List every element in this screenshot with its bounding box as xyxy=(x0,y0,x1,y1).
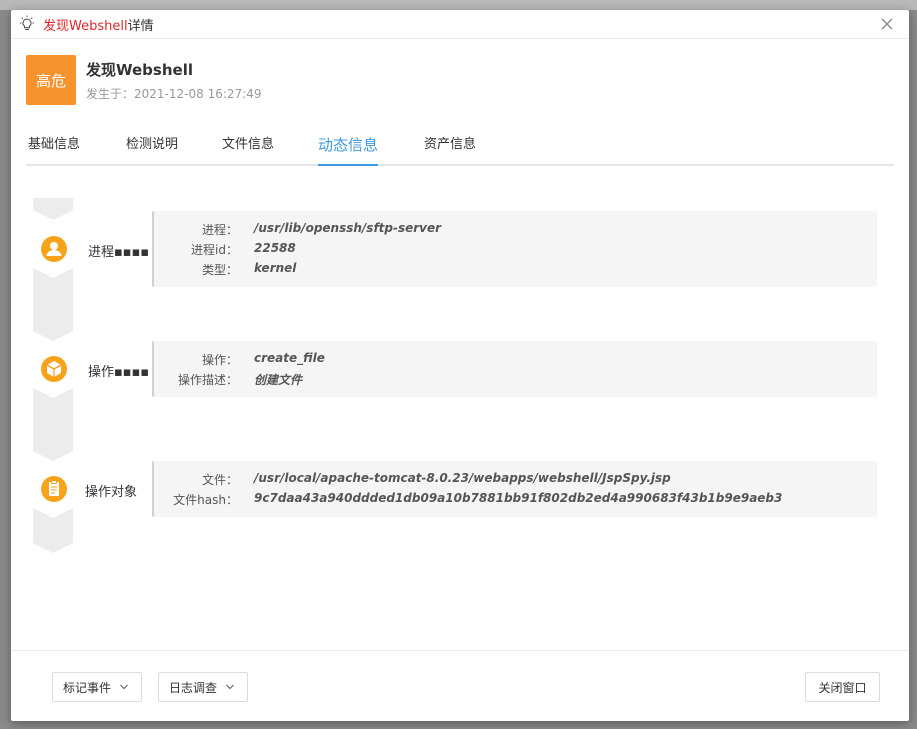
severity-badge: 高危 xyxy=(26,55,76,105)
field-key: 文件： xyxy=(201,473,238,487)
field-key: 操作： xyxy=(201,353,238,367)
process-detail-card: 进程： /usr/lib/openssh/sftp-server 进程id： 2… xyxy=(152,211,877,287)
timeline-step-target-label: 操作对象 xyxy=(85,485,138,500)
chevron-down-icon xyxy=(226,684,234,690)
detail-row: 操作描述： 创建文件 xyxy=(154,371,877,391)
field-key: 文件hash： xyxy=(173,493,238,507)
detail-row: 文件： /usr/local/apache-tomcat-8.0.23/weba… xyxy=(154,471,877,491)
timeline-step-operation-label: 操作▪▪▪▪ xyxy=(88,365,150,380)
tab-file-info[interactable]: 文件信息 xyxy=(222,130,274,164)
dialog-title-suffix: 详情 xyxy=(127,18,154,34)
detail-row: 类型： kernel xyxy=(154,261,877,281)
timeline-step-process-label: 进程▪▪▪▪ xyxy=(88,245,150,260)
field-key: 进程： xyxy=(201,223,238,237)
field-key: 进程id： xyxy=(191,243,238,257)
user-icon xyxy=(41,236,67,262)
alert-occurred: 发生于：2021-12-08 16:27:49 xyxy=(86,85,261,102)
detail-row: 操作： create_file xyxy=(154,351,877,371)
detail-tabs: 基础信息 检测说明 文件信息 动态信息 资产信息 xyxy=(26,130,894,166)
field-value: kernel xyxy=(254,261,297,275)
field-value: 创建文件 xyxy=(254,373,303,387)
detail-row: 文件hash： 9c7daa43a940ddded1db09a10b7881bb… xyxy=(154,491,877,511)
clipboard-icon xyxy=(41,476,67,502)
field-key: 类型： xyxy=(201,263,238,277)
detail-row: 进程id： 22588 xyxy=(154,241,877,261)
occurred-label: 发生于： xyxy=(86,87,135,101)
tab-asset-info[interactable]: 资产信息 xyxy=(424,130,476,164)
dialog-title-alert: 发现Webshell xyxy=(43,18,128,34)
log-investigation-dropdown[interactable]: 日志调查 xyxy=(158,672,248,702)
mark-event-label: 标记事件 xyxy=(63,680,112,695)
background-page-top xyxy=(0,0,917,10)
close-icon[interactable] xyxy=(879,16,895,32)
field-value: create_file xyxy=(254,351,325,365)
alert-header: 高危 发现Webshell 发生于：2021-12-08 16:27:49 xyxy=(26,55,626,105)
tab-basic-info[interactable]: 基础信息 xyxy=(28,130,80,164)
field-value[interactable]: /usr/local/apache-tomcat-8.0.23/webapps/… xyxy=(254,471,671,491)
dialog-titlebar: 发现Webshell 详情 xyxy=(11,10,909,39)
cube-icon xyxy=(41,356,67,382)
field-value: /usr/lib/openssh/sftp-server xyxy=(254,221,442,235)
occurred-time: 2021-12-08 16:27:49 xyxy=(134,87,262,101)
field-value: 22588 xyxy=(254,241,296,255)
tab-detection-notes[interactable]: 检测说明 xyxy=(126,130,178,164)
field-key: 操作描述： xyxy=(177,373,238,387)
dialog-footer: 标记事件 日志调查 关闭窗口 xyxy=(11,650,909,721)
chevron-down-icon xyxy=(120,684,128,690)
field-value[interactable]: 9c7daa43a940ddded1db09a10b7881bb91f802db… xyxy=(254,491,782,511)
target-detail-card: 文件： /usr/local/apache-tomcat-8.0.23/weba… xyxy=(152,461,877,517)
detail-row: 进程： /usr/lib/openssh/sftp-server xyxy=(154,221,877,241)
webshell-detail-dialog: 发现Webshell 详情 高危 发现Webshell 发生于：2021-12-0… xyxy=(11,10,909,721)
log-investigation-label: 日志调查 xyxy=(169,680,218,695)
alert-title: 发现Webshell xyxy=(86,61,193,79)
mark-event-dropdown[interactable]: 标记事件 xyxy=(52,672,142,702)
close-window-button[interactable]: 关闭窗口 xyxy=(805,672,880,702)
tab-dynamic-info[interactable]: 动态信息 xyxy=(318,130,379,166)
lightbulb-icon xyxy=(20,15,34,31)
operation-detail-card: 操作： create_file 操作描述： 创建文件 xyxy=(152,341,877,397)
